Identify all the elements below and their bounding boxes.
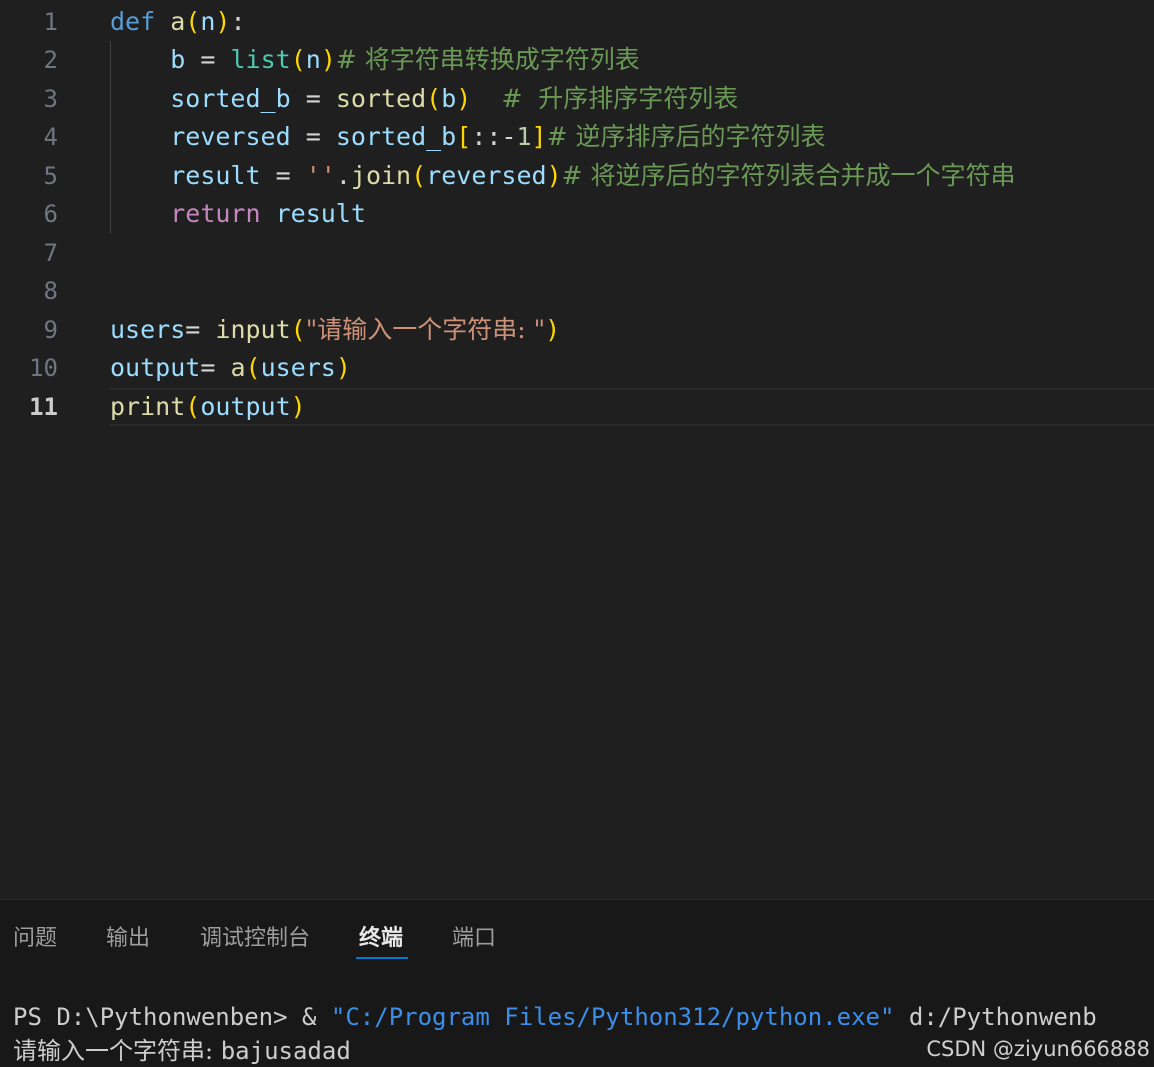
terminal-input-line[interactable]: 请输入一个字符串: bajusadad [13, 1034, 351, 1067]
code-text[interactable]: def a(n): [110, 3, 246, 42]
code-text[interactable]: result = ''.join(reversed)# 将逆序后的字符列表合并成… [110, 157, 1015, 196]
code-editor[interactable]: 1 def a(n): 2 b = list(n)# 将字符串转换成字符列表 3… [0, 0, 1154, 900]
code-line[interactable]: 9 users= input("请输入一个字符串: ") [0, 311, 1154, 350]
tab-terminal[interactable]: 终端 [359, 924, 403, 954]
active-tab-indicator [356, 957, 408, 959]
watermark: CSDN @ziyun666888 [926, 1037, 1150, 1061]
bottom-panel: 问题 输出 调试控制台 终端 端口 PS D:\Pythonwenben> & … [0, 900, 1154, 1067]
code-text[interactable]: print(output) [110, 388, 306, 427]
code-text[interactable]: return result [110, 195, 366, 234]
line-number: 1 [43, 8, 58, 36]
tab-problems[interactable]: 问题 [13, 924, 57, 954]
code-line[interactable]: 1 def a(n): [0, 3, 1154, 42]
code-text[interactable]: b = list(n)# 将字符串转换成字符列表 [110, 41, 640, 80]
code-line[interactable]: 2 b = list(n)# 将字符串转换成字符列表 [0, 41, 1154, 80]
code-line[interactable]: 5 result = ''.join(reversed)# 将逆序后的字符列表合… [0, 157, 1154, 196]
code-line[interactable]: 8 [0, 272, 1154, 311]
terminal-command-line[interactable]: PS D:\Pythonwenben> & "C:/Program Files/… [13, 1000, 1097, 1034]
tab-output[interactable]: 输出 [106, 924, 150, 954]
line-number: 4 [43, 123, 58, 151]
code-line[interactable]: 4 reversed = sorted_b[::-1]# 逆序排序后的字符列表 [0, 118, 1154, 157]
line-number: 5 [43, 162, 58, 190]
code-line[interactable]: 11 print(output) [0, 388, 1154, 427]
line-number: 6 [43, 200, 58, 228]
code-text[interactable]: reversed = sorted_b[::-1]# 逆序排序后的字符列表 [110, 118, 825, 157]
line-number: 7 [43, 239, 58, 267]
tab-ports[interactable]: 端口 [452, 924, 496, 954]
code-text[interactable]: sorted_b = sorted(b) # 升序排序字符列表 [110, 80, 738, 119]
line-number-active: 11 [29, 393, 58, 421]
line-number: 3 [43, 85, 58, 113]
line-number: 10 [29, 354, 58, 382]
line-number: 2 [43, 46, 58, 74]
code-line[interactable]: 3 sorted_b = sorted(b) # 升序排序字符列表 [0, 80, 1154, 119]
code-line[interactable]: 10 output= a(users) [0, 349, 1154, 388]
code-text[interactable]: output= a(users) [110, 349, 351, 388]
line-number: 9 [43, 316, 58, 344]
code-line[interactable]: 6 return result [0, 195, 1154, 234]
code-text[interactable]: users= input("请输入一个字符串: ") [110, 311, 560, 350]
line-number: 8 [43, 277, 58, 305]
tab-debug-console[interactable]: 调试控制台 [200, 924, 310, 954]
code-line[interactable]: 7 [0, 234, 1154, 273]
